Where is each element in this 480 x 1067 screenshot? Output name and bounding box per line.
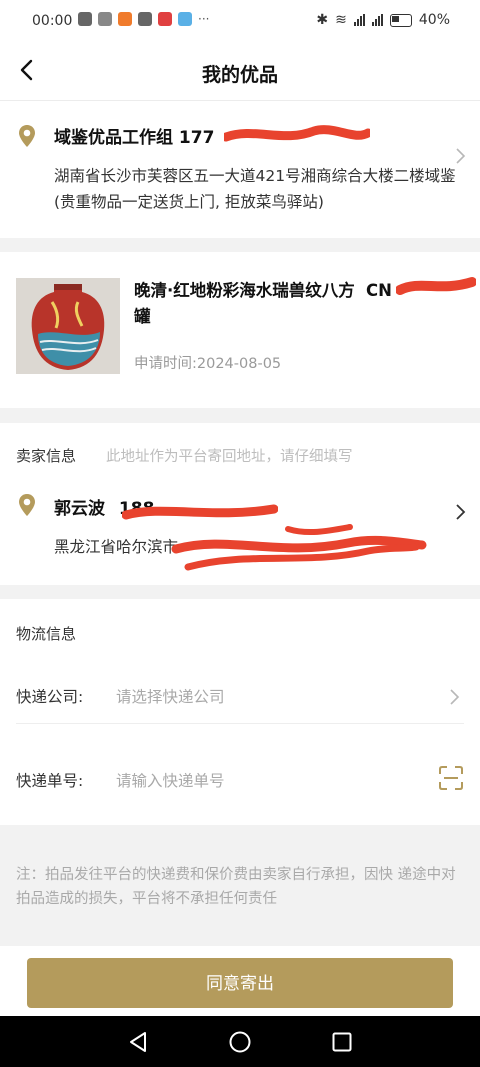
notification-icons: ···: [78, 12, 209, 26]
tracking-number-input[interactable]: 请输入快递单号: [116, 769, 225, 791]
notification-icon: [178, 12, 192, 26]
platform-contact-name: 域鉴优品工作组 177: [54, 128, 215, 148]
status-bar: 00:00 ··· ✱ ≋ 40%: [0, 0, 480, 44]
item-card: 晚清·红地粉彩海水瑞兽纹八方罐CN 申请时间:2024-08-05: [0, 252, 480, 408]
item-thumbnail: [16, 278, 120, 374]
notification-icon: [118, 12, 132, 26]
logistics-section-title: 物流信息: [16, 625, 77, 643]
redaction-mark: [396, 277, 476, 295]
chevron-right-icon: [456, 148, 466, 164]
location-pin-icon: [19, 494, 35, 516]
nav-recents-icon[interactable]: [330, 1030, 354, 1054]
nav-home-icon[interactable]: [228, 1030, 252, 1054]
bluetooth-icon: ✱: [316, 12, 329, 28]
notification-icon: [158, 12, 172, 26]
status-time: 00:00: [32, 13, 73, 29]
system-status: ✱ ≋ 40%: [316, 12, 450, 28]
location-pin-icon: [19, 125, 35, 147]
agree-ship-button[interactable]: 同意寄出: [27, 958, 453, 1008]
seller-info-hint: 此地址作为平台寄回地址，请仔细填写: [106, 449, 353, 465]
battery-level: 40%: [418, 12, 450, 28]
chevron-right-icon: [450, 689, 460, 705]
more-notifications-icon: ···: [198, 12, 210, 26]
seller-info-label: 卖家信息: [16, 447, 77, 465]
chevron-right-icon: [456, 504, 466, 520]
signal-icon: [353, 14, 365, 26]
redaction-mark: [224, 125, 370, 142]
platform-address-detail: 湖南省长沙市芙蓉区五一大道421号湘商综合大楼二楼域鉴 (贵重物品一定送货上门,…: [54, 167, 456, 211]
tracking-number-row[interactable]: 快递单号: 请输入快递单号: [16, 755, 464, 807]
system-nav-bar: [0, 1016, 480, 1067]
nav-back-icon[interactable]: [126, 1030, 150, 1054]
apply-time: 申请时间:2024-08-05: [134, 356, 282, 372]
logistics-card: 物流信息 快递公司: 请选择快递公司 快递单号: 请输入快递单号: [0, 599, 480, 825]
scan-icon[interactable]: [438, 765, 464, 791]
signal-icon: [371, 14, 383, 26]
tracking-number-label: 快递单号:: [16, 772, 84, 790]
platform-address-card[interactable]: 域鉴优品工作组 177 湖南省长沙市芙蓉区五一大道421号湘商综合大楼二楼域鉴 …: [0, 101, 480, 238]
bottom-action-bar: 同意寄出: [0, 946, 480, 1016]
seller-address-detail: 黑龙江省哈尔滨市: [54, 538, 179, 556]
seller-info-card[interactable]: 卖家信息 此地址作为平台寄回地址，请仔细填写 郭云波 188 黑龙江省哈尔滨市: [0, 423, 480, 585]
notification-icon: [98, 12, 112, 26]
notification-icon: [78, 12, 92, 26]
wifi-icon: ≋: [335, 12, 347, 28]
notification-icon: [138, 12, 152, 26]
page-title: 我的优品: [201, 64, 278, 86]
courier-company-label: 快递公司:: [16, 688, 84, 706]
item-code: CN: [366, 281, 392, 300]
battery-icon: [389, 13, 412, 27]
redaction-mark: [171, 524, 427, 571]
courier-company-select[interactable]: 请选择快递公司: [116, 685, 225, 707]
courier-company-row[interactable]: 快递公司: 请选择快递公司: [16, 671, 464, 724]
app-header: 我的优品: [0, 44, 480, 101]
shipping-note: 注：拍品发往平台的快递费和保价费由卖家自行承担，因快 递途中对拍品造成的损失，平…: [16, 867, 456, 907]
